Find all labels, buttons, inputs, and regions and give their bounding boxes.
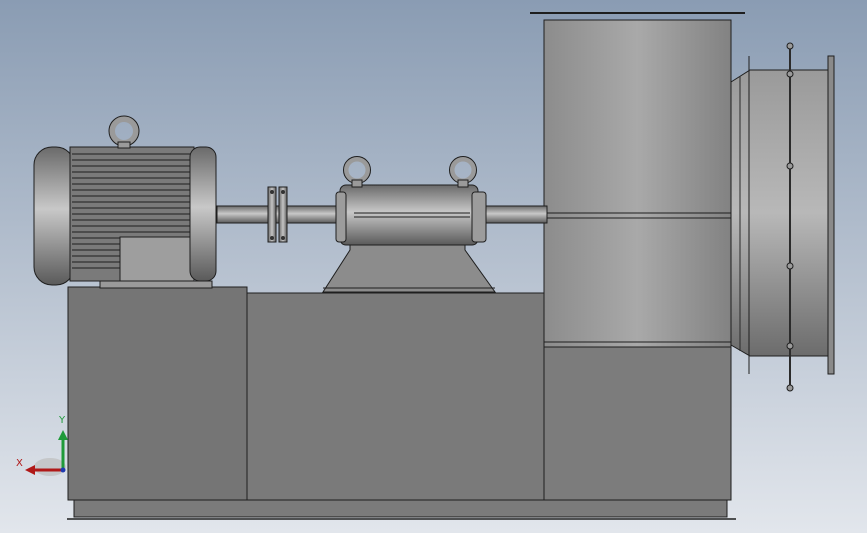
axis-y-label: Y xyxy=(59,415,66,426)
electric-motor[interactable] xyxy=(33,146,217,289)
inlet-cone[interactable] xyxy=(730,55,835,375)
fan-housing[interactable] xyxy=(530,12,745,501)
motor-terminal-box xyxy=(119,236,195,283)
bearing-housing[interactable] xyxy=(322,184,496,293)
axis-z-dot xyxy=(60,467,66,473)
motor-pedestal[interactable] xyxy=(67,286,248,501)
base-frame[interactable] xyxy=(67,499,736,520)
cad-viewport[interactable] xyxy=(0,0,867,533)
axis-x-label: X xyxy=(16,458,23,469)
bearing-pedestal[interactable] xyxy=(246,292,546,501)
